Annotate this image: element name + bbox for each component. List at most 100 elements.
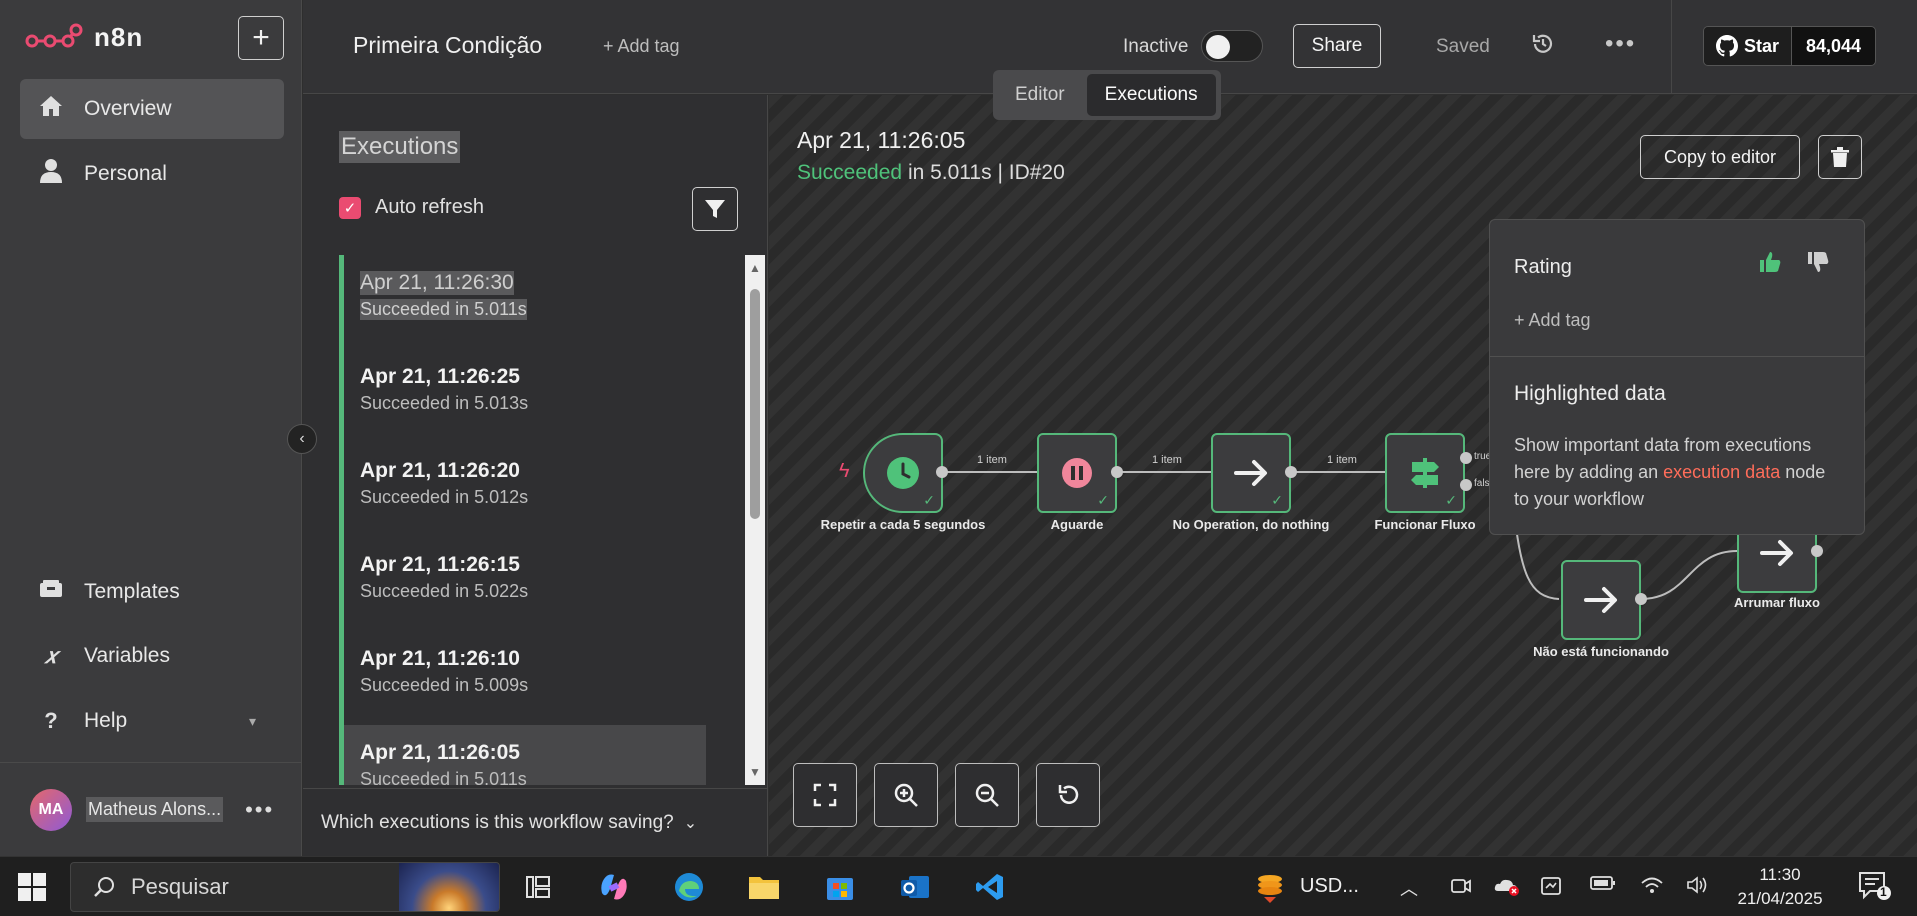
list-item[interactable]: Apr 21, 11:26:10 Succeeded in 5.009s [344, 631, 706, 725]
more-horizontal-icon[interactable]: ••• [245, 797, 274, 823]
scroll-up-icon[interactable]: ▲ [749, 261, 761, 275]
file-explorer-icon[interactable] [744, 867, 784, 907]
tab-executions[interactable]: Executions [1086, 74, 1216, 116]
checkbox-checked-icon[interactable]: ✓ [339, 196, 361, 219]
volume-icon[interactable] [1686, 875, 1710, 900]
node-not-working[interactable] [1561, 560, 1641, 640]
tab-editor[interactable]: Editor [997, 74, 1083, 116]
thumbs-down-icon[interactable] [1806, 250, 1830, 279]
sidebar-item-overview[interactable]: Overview [20, 79, 284, 139]
github-star-label-wrap: Star [1704, 27, 1793, 65]
add-workflow-button[interactable]: + [238, 16, 284, 60]
currency-widget-label[interactable]: USD... [1300, 875, 1359, 898]
edge-item-count: 1 item [1152, 454, 1182, 466]
execution-status: Succeeded in 5.011s [360, 299, 527, 320]
node-if[interactable]: ✓ [1385, 433, 1465, 513]
node-output-port[interactable] [1285, 466, 1297, 478]
node-output-port[interactable] [936, 466, 948, 478]
node-output-port-false[interactable] [1460, 479, 1472, 491]
node-label: Funcionar Fluxo [1374, 517, 1476, 532]
node-label: Repetir a cada 5 segundos [820, 517, 986, 532]
windows-start-icon[interactable] [18, 873, 46, 906]
more-horizontal-icon[interactable]: ••• [1605, 30, 1636, 58]
undo-icon [1058, 785, 1079, 804]
list-item[interactable]: Apr 21, 11:26:15 Succeeded in 5.022s [344, 537, 706, 631]
node-output-port[interactable] [1811, 545, 1823, 557]
chevron-down-icon: ⌄ [683, 814, 698, 832]
wifi-icon[interactable] [1640, 875, 1664, 900]
sidebar-item-templates[interactable]: Templates [20, 562, 284, 622]
github-star-button[interactable]: Star 84,044 [1703, 26, 1877, 66]
fit-view-button[interactable] [793, 763, 857, 827]
list-item[interactable]: Apr 21, 11:26:20 Succeeded in 5.012s [344, 443, 706, 537]
collapse-sidebar-button[interactable]: ‹ [287, 424, 317, 454]
filter-button[interactable] [692, 187, 738, 231]
share-button[interactable]: Share [1293, 24, 1381, 68]
view-tabs: Editor Executions [993, 70, 1221, 120]
user-menu[interactable]: MA Matheus Alons... ••• [0, 762, 302, 856]
node-output-port-true[interactable] [1460, 452, 1472, 464]
scroll-down-icon[interactable]: ▼ [749, 765, 761, 779]
n8n-logo[interactable]: n8n [24, 22, 143, 53]
onedrive-error-icon[interactable] [1494, 875, 1520, 902]
rating-divider [1490, 356, 1864, 357]
active-status-label: Inactive [1123, 36, 1189, 57]
node-no-op[interactable]: ✓ [1211, 433, 1291, 513]
box-icon [38, 579, 64, 605]
active-toggle[interactable] [1201, 30, 1263, 62]
chevron-up-icon[interactable]: ︿ [1400, 875, 1418, 901]
currency-widget-icon[interactable] [1250, 867, 1290, 907]
execution-time: Apr 21, 11:26:20 [360, 459, 520, 482]
node-output-port[interactable] [1635, 593, 1647, 605]
add-tag-link[interactable]: + Add tag [603, 36, 680, 57]
edge-browser-icon[interactable] [669, 867, 709, 907]
notification-icon[interactable]: 1 [1858, 871, 1892, 906]
task-view-icon[interactable] [518, 867, 558, 907]
scroll-thumb[interactable] [750, 289, 760, 519]
list-item[interactable]: Apr 21, 11:26:25 Succeeded in 5.013s [344, 349, 706, 443]
history-icon[interactable] [1531, 32, 1555, 63]
windows-taskbar: Pesquisar USD... ︿ 11:30 21/04/2025 1 [0, 856, 1917, 916]
node-output-port[interactable] [1111, 466, 1123, 478]
copilot-icon[interactable] [594, 867, 634, 907]
auto-refresh-label: Auto refresh [375, 196, 484, 218]
chevron-left-icon: ‹ [299, 430, 305, 447]
clock-icon [887, 457, 919, 489]
rating-add-tag-link[interactable]: + Add tag [1514, 310, 1591, 331]
saving-question: Which executions is this workflow saving… [321, 811, 674, 833]
outlook-icon[interactable] [895, 867, 935, 907]
saved-status: Saved [1436, 36, 1490, 57]
executions-scrollbar[interactable]: ▲ ▼ [745, 255, 765, 785]
saving-settings-dropdown[interactable]: Which executions is this workflow saving… [303, 788, 768, 856]
search-icon [94, 877, 114, 897]
user-icon [38, 159, 64, 189]
zoom-in-button[interactable] [874, 763, 938, 827]
vscode-icon[interactable] [970, 867, 1010, 907]
help-icon: ? [44, 708, 58, 733]
sidebar-item-help[interactable]: ? Help ▾ [20, 691, 284, 751]
execution-time: Apr 21, 11:26:15 [360, 553, 520, 576]
auto-refresh-checkbox[interactable]: ✓ Auto refresh [339, 196, 484, 219]
executions-list: Apr 21, 11:26:30 Succeeded in 5.011s Apr… [339, 255, 763, 785]
reset-zoom-button[interactable] [1036, 763, 1100, 827]
sidebar-item-variables[interactable]: 𝑥 Variables [20, 626, 284, 686]
list-item[interactable]: Apr 21, 11:26:30 Succeeded in 5.011s [344, 255, 706, 349]
node-schedule-trigger[interactable]: ✓ [863, 433, 943, 513]
workflow-name[interactable]: Primeira Condição [353, 32, 542, 59]
zoom-out-button[interactable] [955, 763, 1019, 827]
battery-icon[interactable] [1590, 875, 1616, 896]
execution-data-link[interactable]: execution data [1663, 462, 1780, 482]
node-wait[interactable]: ✓ [1037, 433, 1117, 513]
taskbar-clock[interactable]: 11:30 21/04/2025 [1730, 863, 1830, 911]
thumbs-up-icon[interactable] [1758, 250, 1782, 279]
device-icon[interactable] [1540, 875, 1562, 902]
camera-icon[interactable] [1450, 875, 1472, 902]
microsoft-store-icon[interactable] [820, 867, 860, 907]
fullscreen-icon [813, 783, 837, 807]
list-item-selected[interactable]: Apr 21, 11:26:05 Succeeded in 5.011s [344, 725, 706, 785]
sidebar-item-label: Templates [84, 580, 180, 603]
sidebar-item-label: Personal [84, 162, 167, 185]
taskbar-search[interactable]: Pesquisar [70, 862, 500, 912]
clock-date: 21/04/2025 [1737, 889, 1823, 908]
sidebar-item-personal[interactable]: Personal [20, 144, 284, 204]
